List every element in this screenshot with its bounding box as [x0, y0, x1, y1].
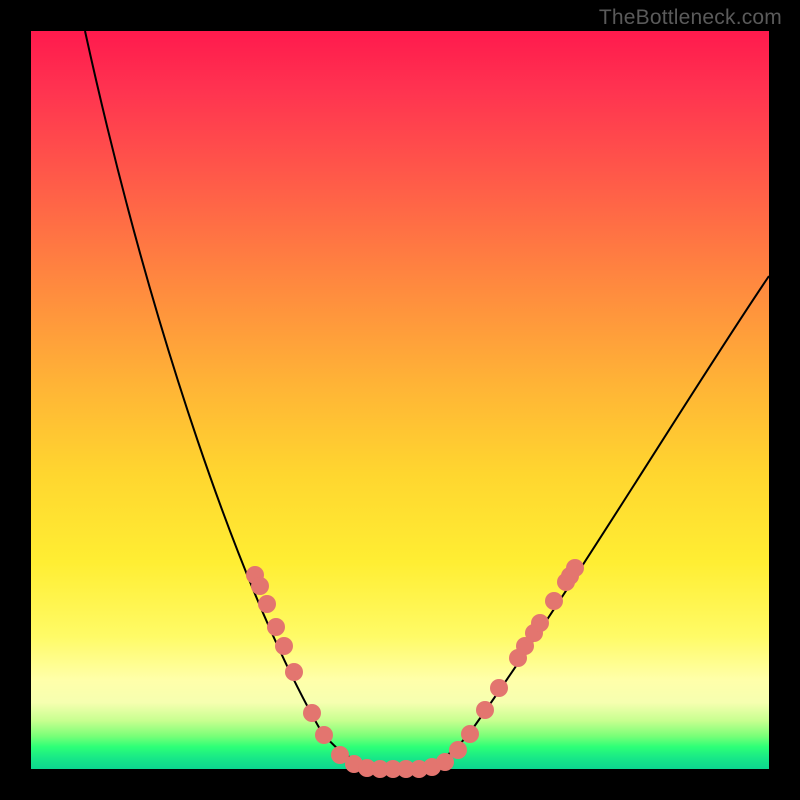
- plot-background-gradient: [31, 31, 769, 769]
- chart-frame: TheBottleneck.com: [0, 0, 800, 800]
- watermark-text: TheBottleneck.com: [599, 6, 782, 30]
